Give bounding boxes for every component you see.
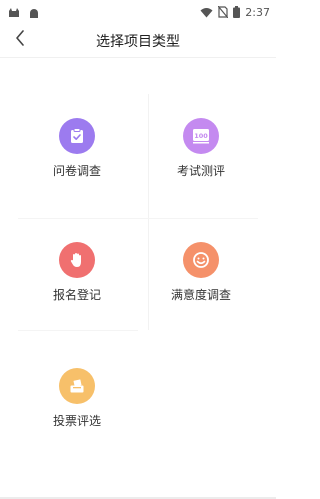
android-icon <box>28 4 40 23</box>
project-type-label: 报名登记 <box>52 288 101 302</box>
project-type-card-satisfaction[interactable]: 满意度调查 <box>132 218 270 342</box>
project-type-label: 考试测评 <box>176 164 225 178</box>
project-type-card-survey[interactable]: 问卷调查 <box>8 94 146 218</box>
raised-hand-icon <box>59 242 95 278</box>
no-sim-icon <box>217 3 229 22</box>
nav-bar: 选择项目类型 <box>0 22 276 58</box>
battery-icon <box>233 3 241 22</box>
score-100-icon: 100 <box>183 118 219 154</box>
ballot-box-icon <box>59 368 95 404</box>
project-type-card-exam[interactable]: 100 考试测评 <box>132 94 270 218</box>
project-type-card-voting[interactable]: 投票评选 <box>8 344 146 468</box>
project-type-label: 投票评选 <box>52 414 101 428</box>
page-title: 选择项目类型 <box>96 34 180 50</box>
project-type-label: 问卷调查 <box>52 164 101 178</box>
status-bar: 2:37 <box>0 0 276 22</box>
cat-icon <box>8 4 20 23</box>
project-type-label: 满意度调查 <box>170 288 231 302</box>
clipboard-check-icon <box>59 118 95 154</box>
svg-text:100: 100 <box>194 132 208 140</box>
wifi-icon <box>200 3 213 22</box>
status-time: 2:37 <box>245 6 270 19</box>
project-type-card-registration[interactable]: 报名登记 <box>8 218 146 342</box>
smiley-icon <box>183 242 219 278</box>
